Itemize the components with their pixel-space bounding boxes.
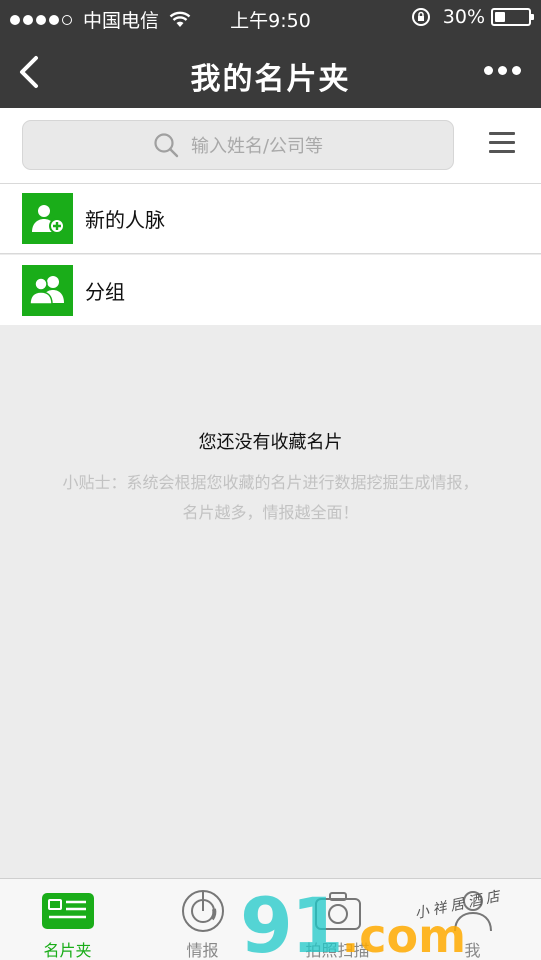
empty-state-tip: 小贴士：系统会根据您收藏的名片进行数据挖掘生成情报， 名片越多，情报越全面！	[20, 468, 521, 528]
status-bar: 中国电信 上午9:50 30%	[0, 0, 541, 36]
more-options-button[interactable]	[479, 66, 521, 75]
search-input[interactable]: 输入姓名/公司等	[22, 120, 454, 170]
list-item-groups[interactable]: 分组	[0, 255, 541, 325]
list-item-label: 分组	[85, 279, 125, 304]
empty-state-title: 您还没有收藏名片	[198, 432, 343, 453]
tab-card-holder[interactable]: 名片夹	[0, 879, 135, 960]
radar-icon	[182, 890, 224, 932]
more-dot-icon	[484, 66, 493, 75]
tab-label: 名片夹	[43, 941, 92, 960]
list-item-label: 新的人脉	[85, 208, 165, 232]
more-dot-icon	[512, 66, 521, 75]
tip-line-1: 小贴士：系统会根据您收藏的名片进行数据挖掘生成情报，	[62, 473, 479, 492]
page-title: 我的名片夹	[190, 62, 351, 97]
battery-icon	[491, 8, 534, 26]
search-bar: 输入姓名/公司等	[0, 108, 541, 184]
card-holder-icon	[42, 893, 94, 929]
watermark-brand: 91	[240, 881, 344, 960]
group-icon	[22, 264, 73, 316]
list-item-new-contacts[interactable]: 新的人脉	[0, 184, 541, 254]
search-placeholder: 输入姓名/公司等	[190, 136, 324, 157]
add-contact-icon	[22, 193, 73, 244]
more-dot-icon	[498, 66, 507, 75]
battery-percent: 30%	[442, 6, 485, 28]
tip-line-2: 名片越多，情报越全面！	[182, 503, 359, 522]
search-icon	[154, 133, 179, 158]
menu-icon[interactable]	[489, 132, 515, 158]
nav-bar: 我的名片夹	[0, 36, 541, 108]
rotation-lock-icon	[411, 8, 430, 26]
